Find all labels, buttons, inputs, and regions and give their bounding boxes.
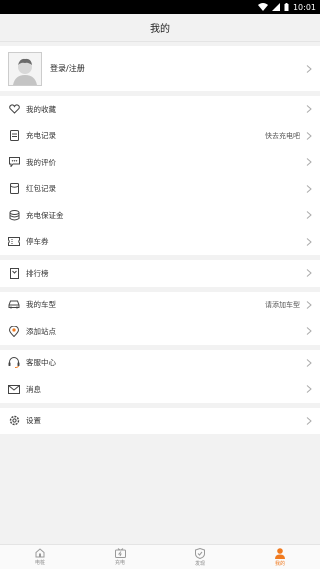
ranking-icon	[8, 267, 20, 279]
chevron-right-icon	[306, 211, 312, 220]
chevron-right-icon	[306, 237, 312, 246]
chevron-right-icon	[306, 131, 312, 140]
chevron-right-icon	[306, 385, 312, 394]
location-pin-icon	[8, 325, 20, 337]
menu-item-label: 我的车型	[26, 300, 56, 310]
menu-item-label: 消息	[26, 384, 41, 394]
menu-item-messages[interactable]: 消息	[0, 376, 320, 403]
profile-login-row[interactable]: 登录/注册	[0, 46, 320, 91]
tab-label: 发现	[194, 560, 205, 567]
comment-icon	[8, 156, 20, 168]
chevron-right-icon	[306, 416, 312, 425]
battery-icon	[284, 3, 289, 11]
menu-item-label: 充电保证金	[26, 210, 64, 220]
status-bar: 10:01	[0, 0, 320, 14]
wifi-icon	[257, 3, 268, 11]
menu-group-4: 客服中心 消息	[0, 349, 320, 403]
title-bar: 我的	[0, 14, 320, 42]
menu-item-red-envelope-records[interactable]: 红包记录	[0, 176, 320, 203]
gear-icon	[8, 415, 20, 427]
mail-icon	[8, 383, 20, 395]
menu-item-label: 排行榜	[26, 268, 49, 278]
tab-stations[interactable]: 电桩	[0, 545, 80, 569]
bottom-tab-bar: 电桩 充电 发现 我的	[0, 544, 320, 569]
menu-item-charge-deposit[interactable]: 充电保证金	[0, 202, 320, 229]
menu-item-label: 充电记录	[26, 131, 56, 141]
menu-group-5: 设置	[0, 407, 320, 435]
tab-label: 充电	[114, 560, 125, 566]
tab-label: 电桩	[34, 560, 45, 566]
chevron-right-icon	[306, 327, 312, 336]
menu-item-hint: 请添加车型	[265, 300, 300, 309]
tab-discover[interactable]: 发现	[160, 545, 240, 569]
menu-item-label: 我的收藏	[26, 104, 56, 114]
menu-item-label: 设置	[26, 416, 41, 426]
menu-item-add-station[interactable]: 添加站点	[0, 318, 320, 345]
home-icon	[35, 548, 45, 558]
chevron-right-icon	[306, 158, 312, 167]
page-title: 我的	[150, 24, 170, 35]
menu-item-hint: 快去充电吧	[265, 131, 300, 140]
coin-stack-icon	[8, 209, 20, 221]
status-time: 10:01	[292, 2, 316, 12]
menu-item-ranking[interactable]: 排行榜	[0, 260, 320, 287]
menu-group-2: 排行榜	[0, 260, 320, 287]
chevron-right-icon	[306, 269, 312, 278]
avatar	[8, 51, 42, 86]
menu-item-favorites[interactable]: 我的收藏	[0, 96, 320, 123]
chevron-right-icon	[306, 358, 312, 367]
heart-icon	[8, 103, 20, 115]
chevron-right-icon	[306, 105, 312, 114]
menu-item-label: 添加站点	[26, 326, 56, 336]
menu-item-label: 我的评价	[26, 157, 56, 167]
menu-item-my-reviews[interactable]: 我的评价	[0, 149, 320, 176]
charge-icon	[114, 548, 126, 558]
car-icon	[8, 299, 20, 311]
tab-label: 我的	[274, 560, 285, 567]
chevron-right-icon	[306, 300, 312, 309]
chevron-right-icon	[306, 64, 312, 73]
red-envelope-icon	[8, 183, 20, 195]
person-icon	[275, 547, 285, 559]
signal-icon	[271, 3, 280, 11]
menu-item-label: 停车券	[26, 237, 49, 247]
tab-charge[interactable]: 充电	[80, 545, 160, 569]
default-avatar-icon	[13, 58, 37, 85]
menu-item-my-car-model[interactable]: 我的车型 请添加车型	[0, 292, 320, 319]
tab-me[interactable]: 我的	[240, 545, 320, 569]
menu-item-parking-coupons[interactable]: 停车券	[0, 229, 320, 256]
document-icon	[8, 130, 20, 142]
menu-item-settings[interactable]: 设置	[0, 408, 320, 435]
headset-icon	[8, 357, 20, 369]
menu-item-label: 红包记录	[26, 184, 56, 194]
login-register-label: 登录/注册	[50, 64, 85, 73]
discover-icon	[195, 547, 205, 559]
menu-item-charge-records[interactable]: 充电记录 快去充电吧	[0, 123, 320, 150]
ticket-icon	[8, 236, 20, 248]
chevron-right-icon	[306, 184, 312, 193]
menu-item-customer-service[interactable]: 客服中心	[0, 350, 320, 377]
menu-group-1: 我的收藏 充电记录 快去充电吧 我的评价 红包记录 充电保证金 停车券	[0, 96, 320, 255]
menu-group-3: 我的车型 请添加车型 添加站点	[0, 291, 320, 345]
menu-item-label: 客服中心	[26, 358, 56, 368]
